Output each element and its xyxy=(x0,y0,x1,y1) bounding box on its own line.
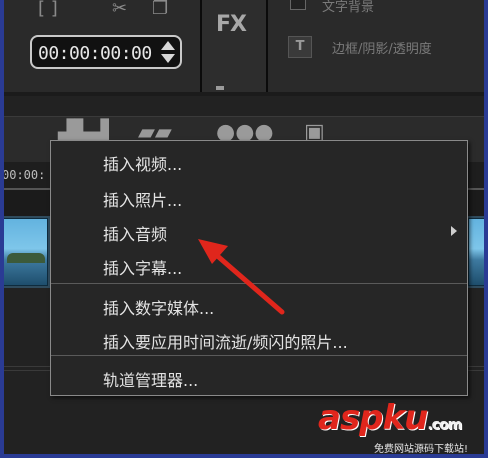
menu-item-insert-subtitle[interactable]: 插入字幕... xyxy=(51,247,467,283)
video-editor-window: [ ] ✂ ❐ 00:00:00:00 FX 文字背景 T 边框/阴影/透明度 … xyxy=(0,0,488,458)
text-background-checkbox[interactable] xyxy=(290,0,306,10)
menu-item-label: 轨道管理器... xyxy=(103,371,199,390)
menu-item-track-manager[interactable]: 轨道管理器... xyxy=(51,359,467,395)
fx-indicator xyxy=(216,86,224,90)
menu-item-label: 插入数字媒体... xyxy=(103,299,215,318)
menu-item-label: 插入照片... xyxy=(103,191,183,210)
toolbar-strip xyxy=(0,96,488,116)
timecode-spinner[interactable] xyxy=(161,40,175,64)
text-background-label: 文字背景 xyxy=(322,0,375,15)
video-clip[interactable] xyxy=(468,218,488,286)
menu-item-insert-digital-media[interactable]: 插入数字媒体... xyxy=(51,287,467,323)
playback-panel: [ ] ✂ ❐ 00:00:00:00 xyxy=(0,0,202,92)
menu-item-label: 插入字幕... xyxy=(103,259,183,278)
copy-icon[interactable]: ❐ xyxy=(152,0,168,18)
border-shadow-opacity-label[interactable]: 边框/阴影/透明度 xyxy=(332,38,432,57)
timecode-value: 00:00:00:00 xyxy=(38,43,152,64)
fx-button[interactable]: FX xyxy=(216,12,247,37)
menu-item-insert-time-lapse-photos[interactable]: 插入要应用时间流逝/频闪的照片... xyxy=(51,321,467,357)
video-clip[interactable] xyxy=(0,218,48,286)
menu-item-label: 插入要应用时间流逝/频闪的照片... xyxy=(103,333,348,352)
menu-item-insert-video[interactable]: 插入视频... xyxy=(51,143,467,179)
bracket-icon[interactable]: [ ] xyxy=(38,0,58,18)
menu-item-label: 插入音频 xyxy=(103,225,168,244)
menu-item-insert-photo[interactable]: 插入照片... xyxy=(51,179,467,215)
timecode-field[interactable]: 00:00:00:00 xyxy=(30,35,182,69)
menu-separator xyxy=(51,283,467,284)
menu-separator xyxy=(51,355,467,356)
watermark-logo: aspku.com xyxy=(318,398,462,438)
watermark-brand: aspku xyxy=(318,398,428,438)
menu-item-insert-audio[interactable]: 插入音频 xyxy=(51,213,467,249)
submenu-arrow-icon xyxy=(451,226,457,236)
menu-item-label: 插入视频... xyxy=(103,155,183,174)
ruler-time-label: 00:00: xyxy=(2,168,46,182)
fx-panel: FX xyxy=(202,0,268,92)
spin-down-icon[interactable] xyxy=(161,54,175,63)
context-menu: 插入视频... 插入照片... 插入音频 插入字幕... 插入数字媒体... 插… xyxy=(50,140,468,396)
scissors-icon[interactable]: ✂ xyxy=(112,0,127,18)
watermark-brand-suffix: .com xyxy=(427,417,462,433)
clip-thumbnail-detail xyxy=(7,253,45,263)
spin-up-icon[interactable] xyxy=(161,41,175,50)
watermark-slogan: 免费网站源码下载站! xyxy=(374,444,469,455)
options-panel: 文字背景 T 边框/阴影/透明度 xyxy=(268,0,488,92)
watermark: aspku.com 免费网站源码下载站! xyxy=(318,398,488,458)
text-style-icon[interactable]: T xyxy=(288,36,312,58)
